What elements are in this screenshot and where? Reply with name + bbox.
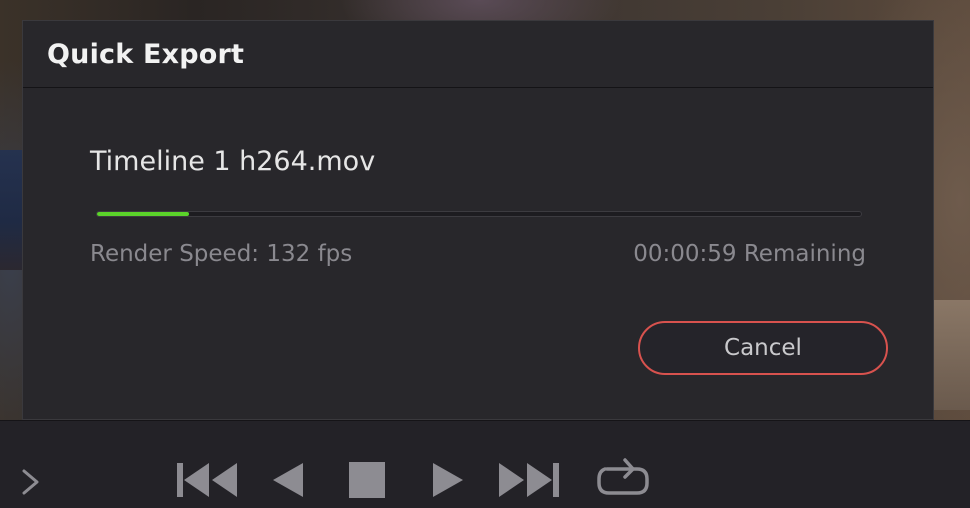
go-to-end-icon[interactable] (497, 461, 561, 499)
render-progress-fill (97, 212, 189, 216)
stop-icon[interactable] (348, 461, 386, 499)
dialog-title: Quick Export (47, 38, 245, 70)
play-icon[interactable] (430, 462, 466, 498)
quick-export-dialog: Quick Export Timeline 1 h264.mov Render … (22, 20, 934, 420)
video-left-detail (0, 150, 22, 270)
play-reverse-icon[interactable] (270, 462, 306, 498)
go-to-start-icon[interactable] (175, 461, 239, 499)
render-speed-label: Render Speed: 132 fps (90, 241, 353, 267)
video-right-detail (934, 300, 970, 410)
render-progress-bar (96, 211, 862, 217)
dialog-header: Quick Export (23, 21, 933, 88)
expand-chevron-icon[interactable] (20, 468, 42, 496)
cancel-button[interactable]: Cancel (638, 321, 888, 375)
transport-controls-bar (0, 420, 970, 508)
export-filename: Timeline 1 h264.mov (90, 146, 376, 177)
dialog-body: Timeline 1 h264.mov Render Speed: 132 fp… (23, 88, 933, 420)
loop-icon[interactable] (593, 457, 653, 501)
app-window: Quick Export Timeline 1 h264.mov Render … (0, 0, 970, 508)
time-remaining-label: 00:00:59 Remaining (633, 241, 866, 267)
